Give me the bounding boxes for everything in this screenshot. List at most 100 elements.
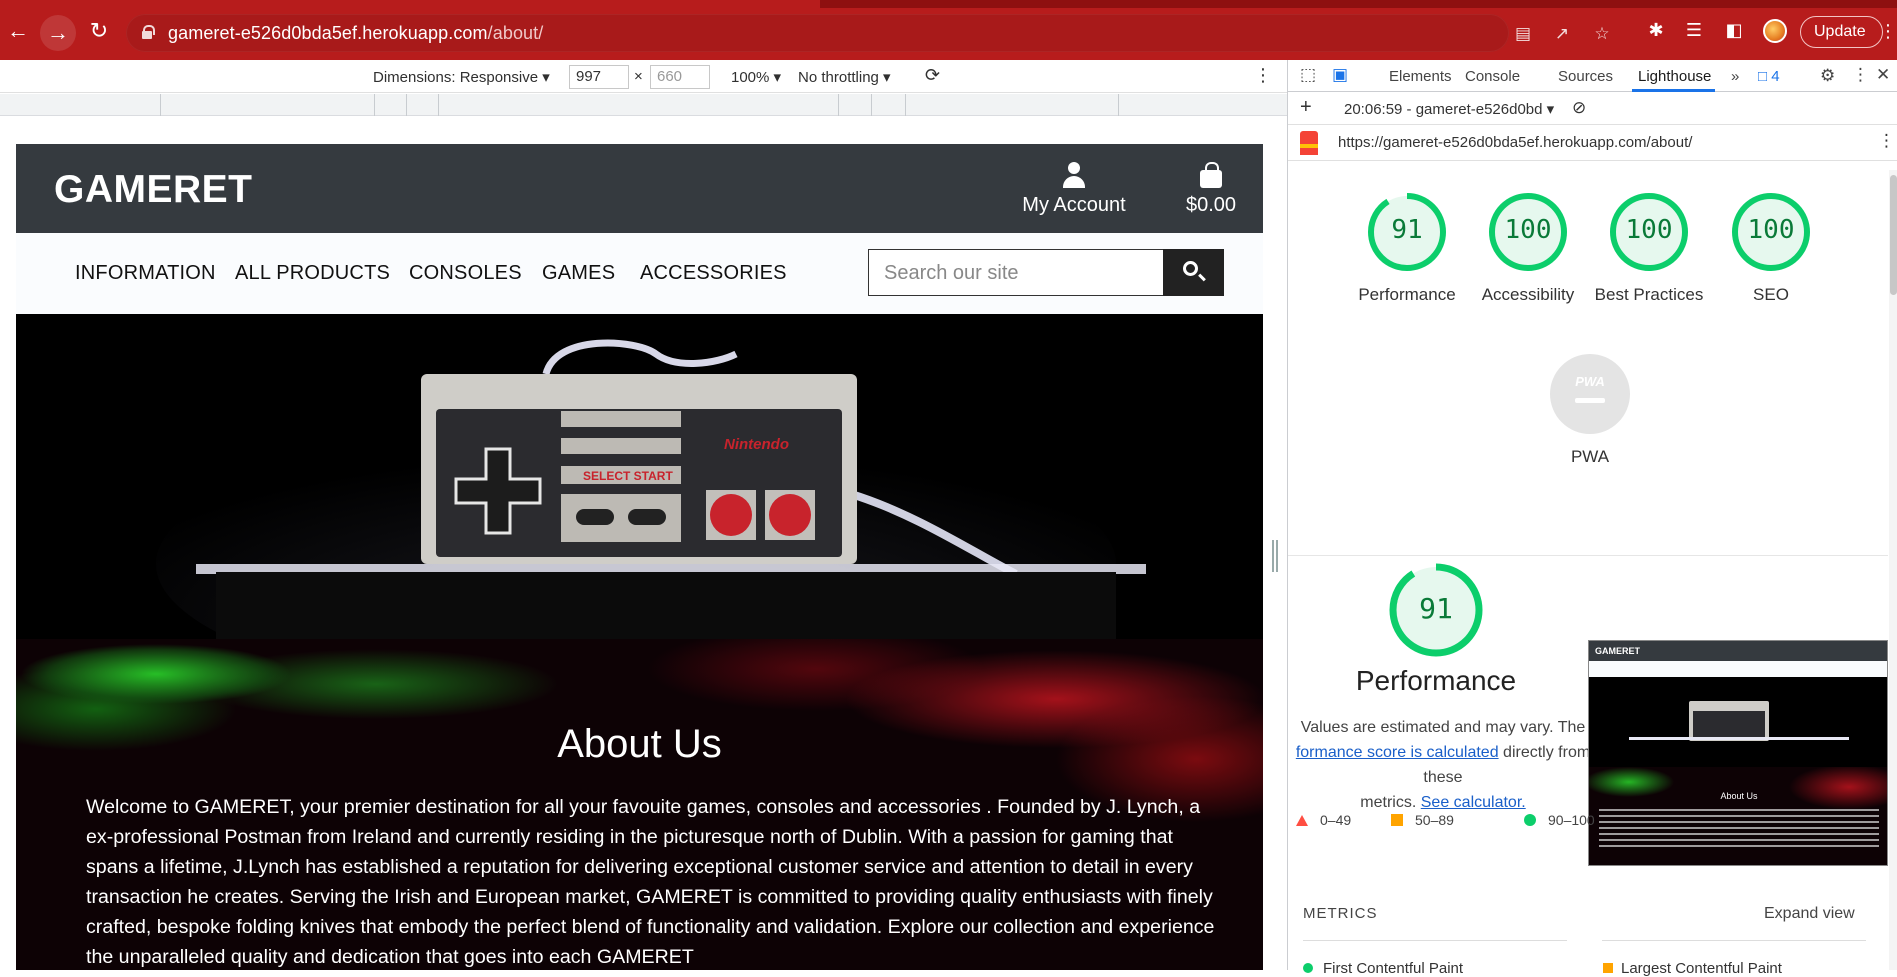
tab-elements[interactable]: Elements [1389,68,1452,85]
thumb-about-heading: About Us [1720,791,1758,801]
media-query-ruler[interactable] [0,94,1287,116]
address-bar[interactable]: gameret-e526d0bda5ef.herokuapp.com/about… [126,14,1610,52]
update-button[interactable]: Update ⋮ [1800,16,1897,48]
nintendo-logo-text: Nintendo [724,436,789,453]
expand-view-button[interactable]: Expand view [1764,905,1855,923]
install-app-icon[interactable]: ▤ [1513,24,1533,44]
select-start-text: SELECT START [583,469,673,483]
settings-gear-icon[interactable]: ⚙ [1820,66,1835,86]
label-best-practices: Best Practices [1594,285,1704,304]
side-panel-icon[interactable]: ◧ [1723,19,1745,41]
about-paragraph: Welcome to GAMERET, your premier destina… [86,796,1215,968]
media-queue-icon[interactable]: ☰ [1683,19,1705,41]
report-selector[interactable]: 20:06:59 - gameret-e526d0bd ▾ [1344,100,1554,118]
my-account-link[interactable]: My Account [1004,162,1144,217]
report-url-row: https://gameret-e526d0bda5ef.herokuapp.c… [1288,125,1897,161]
reload-icon[interactable]: ↻ [86,18,112,44]
search-icon [1183,261,1198,276]
score-accessibility: 100 [1504,215,1552,245]
nav-information[interactable]: INFORMATION [75,262,216,285]
kebab-menu-icon[interactable]: ⋮ [1879,17,1897,46]
new-report-plus-icon[interactable]: + [1300,96,1312,119]
legend-average: 50–89 [1391,812,1454,828]
square-icon [1391,814,1403,826]
issues-badge[interactable]: □ 4 [1758,68,1780,85]
score-calculated-link[interactable]: formance score is calculated [1296,744,1499,761]
legend-pass: 90–100 [1524,812,1595,828]
devtools-menu-icon[interactable]: ⋮ [1852,65,1869,85]
inspect-element-icon[interactable]: ⬚ [1300,65,1316,85]
forward-arrow-icon[interactable]: → [40,15,76,51]
nav-accessories[interactable]: ACCESSORIES [640,262,787,285]
pwa-badge-icon[interactable]: PWA [1550,354,1630,434]
tab-lighthouse[interactable]: Lighthouse [1638,68,1711,85]
rotate-icon[interactable]: ⟳ [925,65,940,86]
active-tab-indicator [1632,89,1715,92]
metrics-heading: METRICS [1303,905,1378,922]
more-tabs-icon[interactable]: » [1731,68,1739,85]
cart-total: $0.00 [1185,194,1237,216]
gauge-best-practices[interactable]: 100 [1609,192,1689,272]
devtools-scrollbar[interactable] [1889,170,1897,970]
nav-all-products[interactable]: ALL PRODUCTS [235,262,390,285]
device-more-icon[interactable]: ⋮ [1254,65,1272,86]
gauge-seo[interactable]: 100 [1731,192,1811,272]
controller-illustration: SELECT START Nintendo [16,314,1263,644]
tab-sources[interactable]: Sources [1558,68,1613,85]
thumb-brand: GAMERET [1595,646,1640,656]
see-calculator-link[interactable]: See calculator. [1421,794,1526,811]
lighthouse-logo-icon [1300,131,1318,155]
lock-icon [142,25,155,39]
metric-lcp: Largest Contentful Paint [1603,960,1782,977]
report-url: https://gameret-e526d0bda5ef.herokuapp.c… [1338,134,1693,151]
pwa-badge-text: PWA [1575,374,1605,389]
site-header: GAMERET My Account $0.00 [16,144,1263,233]
clear-reports-icon[interactable]: ⊘ [1572,98,1586,118]
my-account-label: My Account [1022,194,1126,216]
back-arrow-icon[interactable]: ← [5,18,31,44]
resize-handle[interactable] [1272,540,1278,572]
triangle-icon [1296,815,1308,826]
tab-console[interactable]: Console [1465,68,1520,85]
cart-link[interactable]: $0.00 [1166,162,1256,217]
dimensions-dropdown[interactable]: Dimensions: Responsive ▾ [373,68,550,86]
nav-games[interactable]: GAMES [542,262,615,285]
site-viewport: GAMERET My Account $0.00 INFORMATION ALL… [16,144,1263,970]
legend-fail: 0–49 [1296,812,1351,828]
report-menu-icon[interactable]: ⋮ [1878,131,1895,151]
profile-avatar[interactable] [1763,19,1787,43]
metric-fcp: First Contentful Paint [1303,960,1463,977]
score-seo: 100 [1747,215,1795,245]
hero-image: SELECT START Nintendo [16,314,1263,644]
score-best-practices: 100 [1625,215,1673,245]
close-devtools-icon[interactable]: ✕ [1876,65,1890,85]
final-screenshot-thumbnail[interactable]: GAMERET About Us [1588,640,1888,866]
height-input[interactable]: 660 [650,65,710,89]
shopping-bag-icon [1200,162,1222,188]
lighthouse-toolbar: + 20:06:59 - gameret-e526d0bd ▾ ⊘ [1288,93,1897,125]
device-toolbar: Dimensions: Responsive ▾ 997 × 660 100% … [0,60,1287,93]
performance-detail-score: 91 [1419,592,1453,625]
extensions-puzzle-icon[interactable]: ✱ [1645,19,1667,41]
zoom-dropdown[interactable]: 100% ▾ [731,68,781,86]
search-button[interactable] [1163,249,1224,296]
device-toggle-icon[interactable]: ▣ [1332,65,1348,85]
about-heading: About Us [557,722,722,766]
browser-toolbar: ← → ↻ gameret-e526d0bda5ef.herokuapp.com… [0,0,1897,60]
circle-icon [1524,814,1536,826]
nav-consoles[interactable]: CONSOLES [409,262,522,285]
main-nav: INFORMATION ALL PRODUCTS CONSOLES GAMES … [16,233,1263,314]
label-pwa: PWA [1570,447,1610,466]
bookmark-star-icon[interactable]: ☆ [1592,24,1612,44]
times-sign: × [634,68,643,85]
gauge-accessibility[interactable]: 100 [1488,192,1568,272]
gauge-performance[interactable]: 91 [1367,192,1447,272]
user-icon [1063,162,1085,188]
site-logo[interactable]: GAMERET [54,168,253,212]
width-input[interactable]: 997 [569,65,629,89]
score-performance: 91 [1391,215,1423,245]
share-icon[interactable]: ↗ [1552,24,1572,44]
throttling-dropdown[interactable]: No throttling ▾ [798,68,891,86]
search-input[interactable]: Search our site [868,249,1170,296]
label-seo: SEO [1753,285,1789,304]
